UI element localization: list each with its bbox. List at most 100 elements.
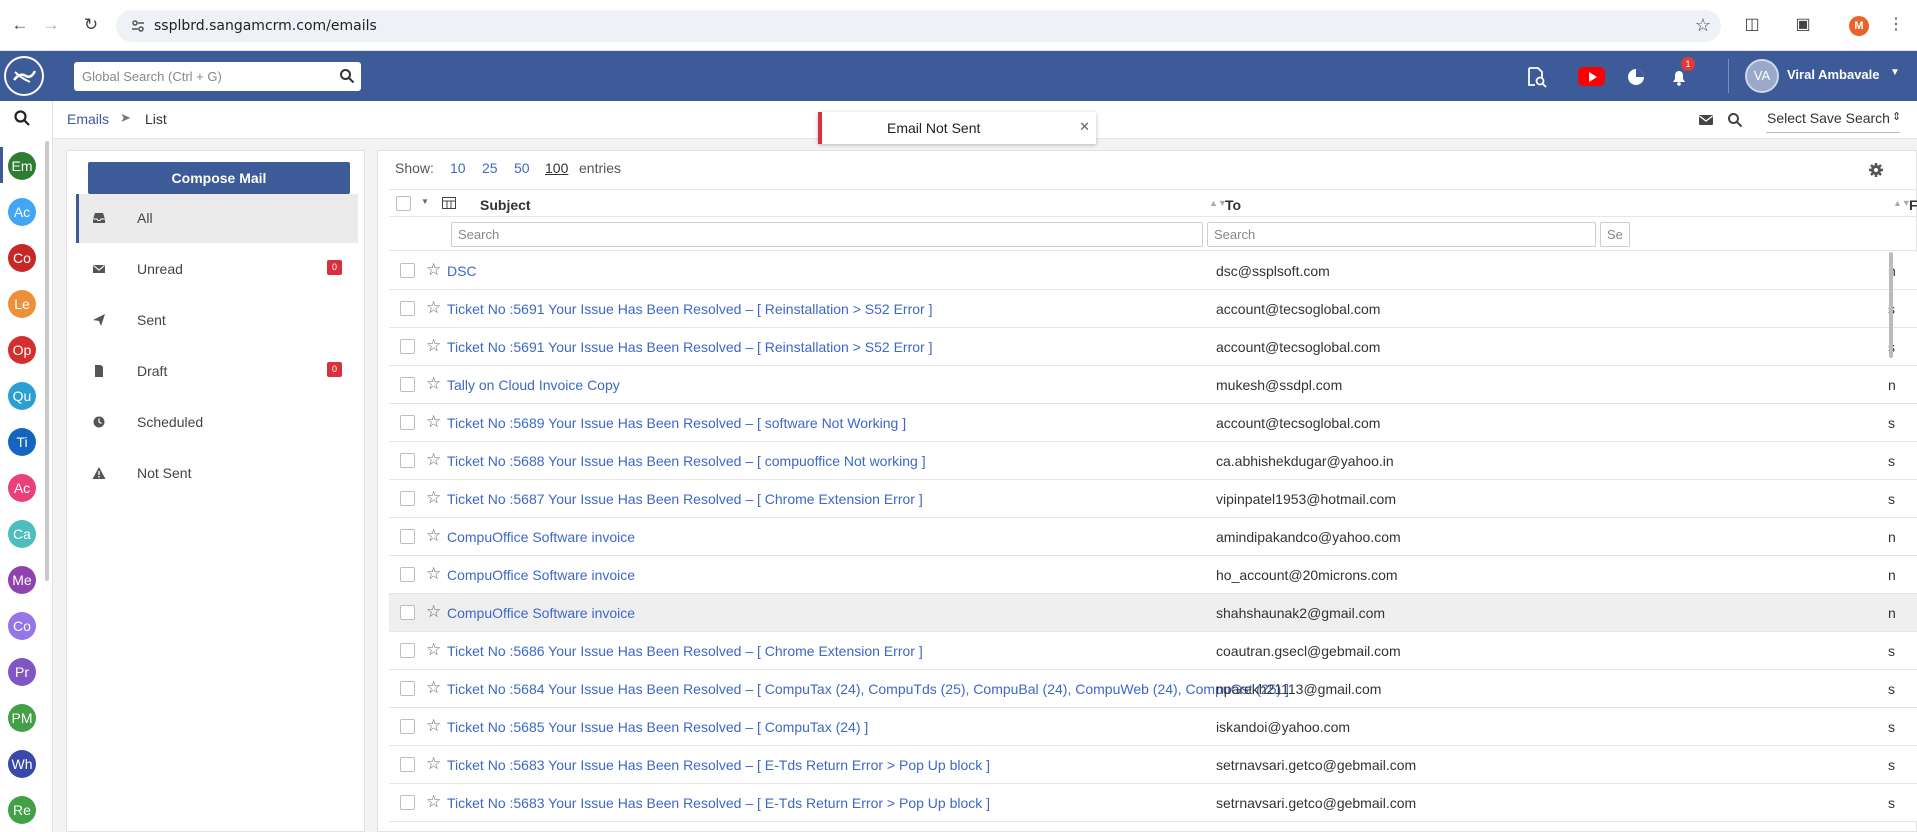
save-search-select[interactable]: Select Save Search — [1767, 110, 1890, 126]
table-row[interactable]: ☆ Ticket No :5683 Your Issue Has Been Res… — [389, 784, 1917, 822]
mail-icon[interactable] — [1698, 112, 1714, 128]
star-icon[interactable]: ☆ — [426, 717, 441, 735]
subject-search-input[interactable] — [451, 222, 1203, 247]
email-subject-link[interactable]: Ticket No :5688 Your Issue Has Been Reso… — [447, 453, 926, 469]
module-10-avatar[interactable]: Co — [8, 612, 36, 640]
app-logo[interactable] — [4, 56, 44, 96]
star-icon[interactable]: ☆ — [426, 337, 441, 355]
folder-scheduled[interactable]: Scheduled — [76, 398, 358, 447]
star-icon[interactable]: ☆ — [426, 679, 441, 697]
page-size-50[interactable]: 50 — [514, 160, 530, 176]
star-icon[interactable]: ☆ — [426, 793, 441, 811]
global-search[interactable] — [74, 62, 361, 91]
rail-scrollbar[interactable] — [45, 141, 49, 581]
folder-sent[interactable]: Sent — [76, 296, 358, 345]
email-subject-link[interactable]: DSC — [447, 263, 477, 279]
list-search-icon[interactable] — [1727, 112, 1743, 128]
table-row[interactable]: ☆ Ticket No :5689 Your Issue Has Been Res… — [389, 404, 1917, 442]
folder-draft[interactable]: Draft 0 — [76, 347, 358, 396]
module-5-avatar[interactable]: Qu — [8, 382, 36, 410]
module-13-avatar[interactable]: Wh — [8, 750, 36, 778]
star-icon[interactable]: ☆ — [426, 413, 441, 431]
youtube-icon[interactable] — [1578, 67, 1605, 86]
page-size-10[interactable]: 10 — [450, 160, 466, 176]
row-checkbox[interactable] — [400, 415, 415, 430]
row-checkbox[interactable] — [400, 643, 415, 658]
user-avatar[interactable]: VA — [1745, 59, 1779, 93]
column-header-to[interactable]: To — [1225, 197, 1241, 213]
select-menu-caret-icon[interactable]: ▼ — [421, 197, 429, 206]
row-checkbox[interactable] — [400, 453, 415, 468]
compose-mail-button[interactable]: Compose Mail — [88, 162, 350, 194]
table-row[interactable]: ☆ CompuOffice Software invoice amindipakan… — [389, 518, 1917, 556]
email-subject-link[interactable]: Ticket No :5691 Your Issue Has Been Reso… — [447, 339, 932, 355]
list-scrollbar[interactable] — [1889, 252, 1893, 358]
star-icon[interactable]: ☆ — [426, 451, 441, 469]
module-search-icon[interactable] — [13, 109, 31, 127]
star-icon[interactable]: ☆ — [426, 375, 441, 393]
user-name[interactable]: Viral Ambavale — [1787, 67, 1880, 82]
email-subject-link[interactable]: Ticket No :5686 Your Issue Has Been Reso… — [447, 643, 923, 659]
table-row[interactable]: ☆ Ticket No :5691 Your Issue Has Been Res… — [389, 328, 1917, 366]
folder-all[interactable]: All — [76, 194, 358, 243]
user-menu-caret-icon[interactable]: ▼ — [1890, 67, 1900, 78]
email-subject-link[interactable]: Ticket No :5683 Your Issue Has Been Reso… — [447, 795, 990, 811]
email-subject-link[interactable]: CompuOffice Software invoice — [447, 605, 635, 621]
screenshot-icon[interactable]: ▣ — [1791, 13, 1815, 37]
email-subject-link[interactable]: Ticket No :5687 Your Issue Has Been Reso… — [447, 491, 923, 507]
table-row[interactable]: ☆ CompuOffice Software invoice ho_account@… — [389, 556, 1917, 594]
table-row[interactable]: ☆ Tally on Cloud Invoice Copy mukesh@ssdpl… — [389, 366, 1917, 404]
row-checkbox[interactable] — [400, 757, 415, 772]
from-search-input[interactable] — [1600, 222, 1630, 247]
table-row[interactable]: ☆ Ticket No :5685 Your Issue Has Been Res… — [389, 708, 1917, 746]
email-subject-link[interactable]: CompuOffice Software invoice — [447, 567, 635, 583]
address-bar[interactable]: ssplbrd.sangamcrm.com/emails ☆ — [116, 10, 1721, 42]
reload-icon[interactable]: ↻ — [80, 14, 102, 36]
table-row[interactable]: ☆ Ticket No :5684 Your Issue Has Been Res… — [389, 670, 1917, 708]
row-checkbox[interactable] — [400, 795, 415, 810]
email-subject-link[interactable]: Ticket No :5684 Your Issue Has Been Reso… — [447, 681, 1289, 697]
table-row[interactable]: ☆ Ticket No :5691 Your Issue Has Been Res… — [389, 290, 1917, 328]
star-icon[interactable]: ☆ — [426, 755, 441, 773]
row-checkbox[interactable] — [400, 339, 415, 354]
table-row[interactable]: ☆ Ticket No :5686 Your Issue Has Been Res… — [389, 632, 1917, 670]
row-checkbox[interactable] — [400, 719, 415, 734]
dashboard-icon[interactable] — [1624, 65, 1648, 89]
row-checkbox[interactable] — [400, 491, 415, 506]
column-header-from[interactable]: F — [1909, 197, 1917, 213]
close-icon[interactable]: ✕ — [1079, 119, 1090, 135]
table-row[interactable]: ☆ Ticket No :5688 Your Issue Has Been Res… — [389, 442, 1917, 480]
module-7-avatar[interactable]: Ac — [8, 474, 36, 502]
forward-icon[interactable]: → — [40, 14, 62, 36]
select-arrows-icon[interactable]: ⇕ — [1892, 110, 1901, 123]
global-search-input[interactable] — [74, 62, 324, 91]
email-subject-link[interactable]: CompuOffice Software invoice — [447, 529, 635, 545]
email-subject-link[interactable]: Ticket No :5691 Your Issue Has Been Reso… — [447, 301, 932, 317]
table-row[interactable]: ☆DSCdsc@ssplsoft.comn — [389, 252, 1917, 290]
email-subject-link[interactable]: Ticket No :5683 Your Issue Has Been Reso… — [447, 757, 990, 773]
page-size-100[interactable]: 100 — [545, 160, 568, 176]
module-11-avatar[interactable]: Pr — [8, 658, 36, 686]
row-checkbox[interactable] — [400, 605, 415, 620]
star-icon[interactable]: ☆ — [426, 299, 441, 317]
row-checkbox[interactable] — [400, 567, 415, 582]
select-all-checkbox[interactable] — [396, 196, 411, 211]
module-2-avatar[interactable]: Co — [8, 244, 36, 272]
row-checkbox[interactable] — [400, 301, 415, 316]
search-icon[interactable] — [339, 68, 355, 84]
row-checkbox[interactable] — [400, 681, 415, 696]
folder-not-sent[interactable]: Not Sent — [76, 449, 358, 498]
bookmark-star-icon[interactable]: ☆ — [1695, 15, 1711, 36]
row-checkbox[interactable] — [400, 529, 415, 544]
gear-icon[interactable] — [1868, 162, 1884, 178]
document-search-icon[interactable] — [1524, 65, 1548, 89]
module-4-avatar[interactable]: Op — [8, 336, 36, 364]
star-icon[interactable]: ☆ — [426, 565, 441, 583]
star-icon[interactable]: ☆ — [426, 641, 441, 659]
back-icon[interactable]: ← — [9, 14, 31, 36]
star-icon[interactable]: ☆ — [426, 527, 441, 545]
module-3-avatar[interactable]: Le — [8, 290, 36, 318]
star-icon[interactable]: ☆ — [426, 489, 441, 507]
module-1-avatar[interactable]: Ac — [8, 198, 36, 226]
module-6-avatar[interactable]: Ti — [8, 428, 36, 456]
